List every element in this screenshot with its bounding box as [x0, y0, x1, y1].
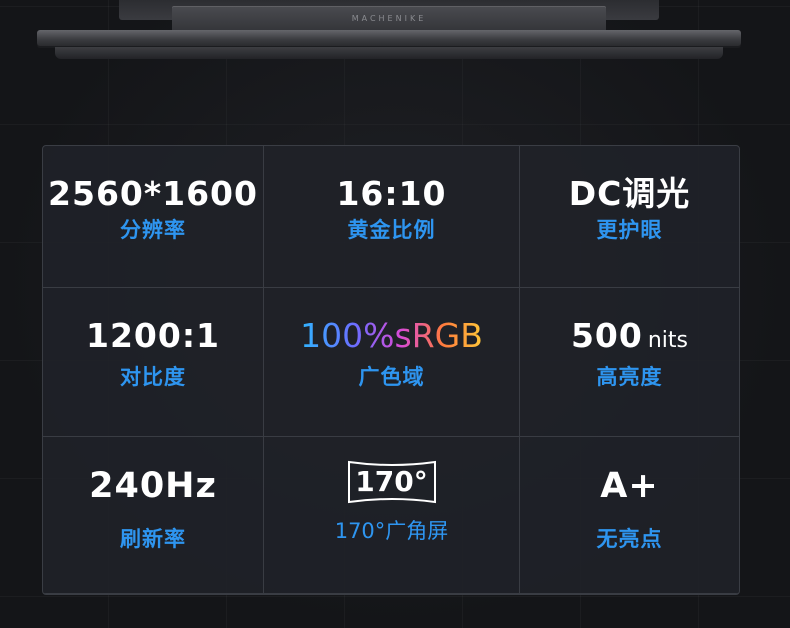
spec-value-contrast: 1200:1 [85, 316, 220, 355]
spec-value-aspect-ratio: 16:10 [336, 174, 447, 213]
spec-value-color-gamut: 100%sRGB [300, 316, 483, 355]
laptop-brand-logo: MACHENIKE [351, 14, 427, 23]
spec-value-dc-dimming: DC调光 [568, 174, 691, 213]
laptop-lid-foot [55, 47, 723, 59]
spec-label-color-gamut: 广色域 [358, 365, 425, 389]
spec-value-dead-pixel: A+ [600, 466, 659, 506]
spec-cell-color-gamut: 100%sRGB 广色域 [264, 288, 520, 437]
spec-cell-refresh-rate: 240Hz 刷新率 [43, 437, 264, 594]
spec-value-brightness-group: 500 nits [571, 288, 688, 352]
spec-unit-brightness: nits [647, 328, 689, 353]
spec-cell-brightness: 500 nits 高亮度 [520, 288, 739, 437]
spec-label-resolution: 分辨率 [120, 218, 186, 242]
spec-cell-aspect-ratio: 16:10 黄金比例 [264, 146, 520, 288]
spec-label-brightness: 高亮度 [596, 365, 663, 389]
spec-label-viewing-angle: 170°广角屏 [334, 519, 449, 543]
spec-value-brightness: 500 [570, 316, 643, 355]
spec-label-dc-dimming: 更护眼 [596, 218, 663, 242]
spec-cell-dc-dimming: DC调光 更护眼 [520, 146, 739, 288]
spec-label-aspect-ratio: 黄金比例 [347, 218, 436, 242]
spec-cell-resolution: 2560*1600 分辨率 [43, 146, 264, 288]
spec-label-contrast: 对比度 [120, 365, 186, 389]
spec-value-refresh-rate: 240Hz [89, 466, 217, 506]
laptop-lid-image: MACHENIKE [37, 0, 741, 62]
spec-cell-contrast: 1200:1 对比度 [43, 288, 264, 437]
spec-label-dead-pixel: 无亮点 [596, 527, 663, 551]
laptop-lid-base [37, 30, 741, 46]
spec-cell-viewing-angle: 170° 170°广角屏 [264, 437, 520, 594]
spec-value-resolution: 2560*1600 [48, 174, 258, 213]
spec-cell-dead-pixel: A+ 无亮点 [520, 437, 739, 594]
spec-label-refresh-rate: 刷新率 [120, 527, 186, 551]
viewing-angle-badge: 170° [346, 459, 438, 505]
spec-panel: 2560*1600 分辨率 16:10 黄金比例 DC调光 更护眼 1200:1… [42, 145, 740, 595]
spec-value-viewing-angle: 170° [355, 465, 428, 498]
